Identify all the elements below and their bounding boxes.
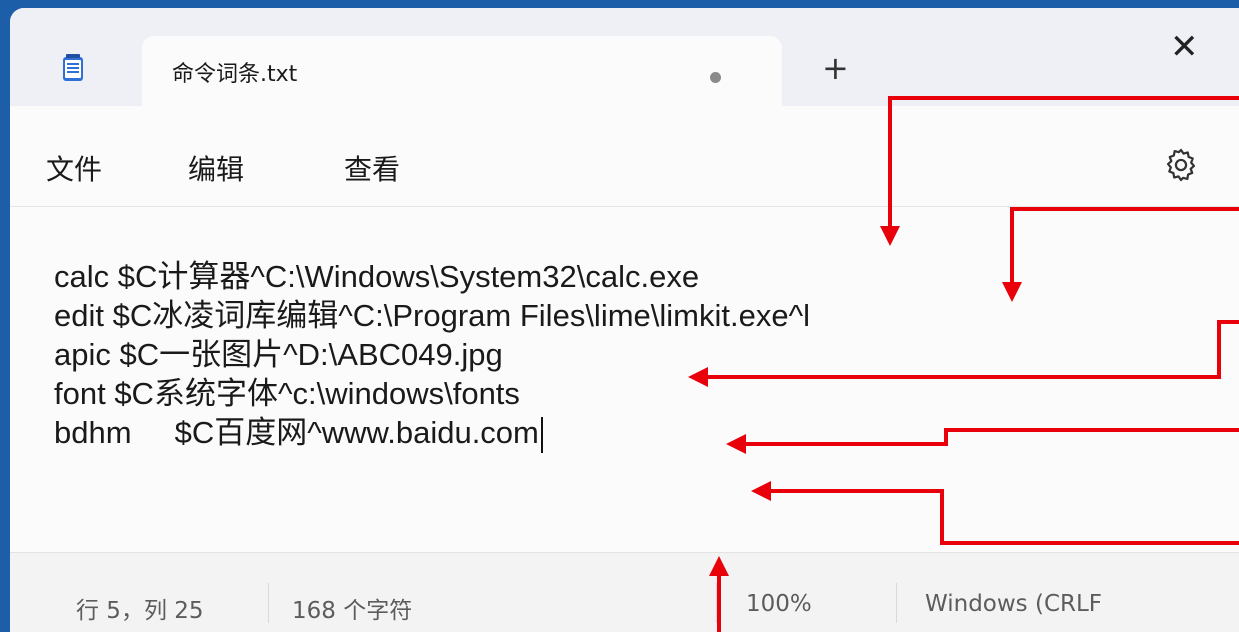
character-count: 168 个字符: [292, 598, 413, 624]
editor-lines: calc $C计算器^C:\Windows\System32\calc.exe …: [54, 257, 811, 453]
settings-gear-icon[interactable]: [1162, 146, 1200, 184]
editor-line-text: bdhm $C百度网^www.baidu.com: [54, 415, 539, 450]
unsaved-dot-icon[interactable]: [710, 72, 721, 83]
status-divider: [268, 583, 269, 623]
menu-bar: 文件 编辑 查看: [10, 106, 1239, 206]
line-ending[interactable]: Windows (CRLF: [925, 591, 1102, 617]
status-divider: [896, 583, 897, 623]
zoom-level[interactable]: 100%: [746, 591, 812, 617]
close-window-button[interactable]: ✕: [1170, 30, 1199, 64]
new-tab-button[interactable]: +: [822, 52, 849, 84]
editor-line: font $C系统字体^c:\windows\fonts: [54, 376, 520, 411]
editor-line-last: bdhm $C百度网^www.baidu.com: [54, 413, 810, 453]
menu-view[interactable]: 查看: [344, 148, 400, 188]
text-editor[interactable]: calc $C计算器^C:\Windows\System32\calc.exe …: [10, 206, 1239, 553]
editor-line: apic $C一张图片^D:\ABC049.jpg: [54, 337, 503, 372]
document-tab[interactable]: 命令词条.txt: [142, 36, 782, 106]
text-caret: [540, 416, 543, 453]
title-bar: 命令词条.txt + ✕: [10, 8, 1239, 106]
menu-file[interactable]: 文件: [46, 148, 102, 188]
status-bar: 行 5，列 25 168 个字符 100% Windows (CRLF: [10, 552, 1239, 632]
status-divider: [716, 583, 717, 623]
editor-line: edit $C冰凌词库编辑^C:\Program Files\lime\limk…: [54, 298, 811, 333]
editor-line: calc $C计算器^C:\Windows\System32\calc.exe: [54, 259, 700, 294]
cursor-position: 行 5，列 25: [76, 598, 204, 624]
tab-title: 命令词条.txt: [172, 62, 298, 87]
notepad-app-icon: [63, 54, 83, 81]
notepad-window: 命令词条.txt + ✕ 文件 编辑 查看 calc $C计算器^C:\Wind…: [10, 8, 1239, 632]
menu-edit[interactable]: 编辑: [188, 148, 244, 188]
